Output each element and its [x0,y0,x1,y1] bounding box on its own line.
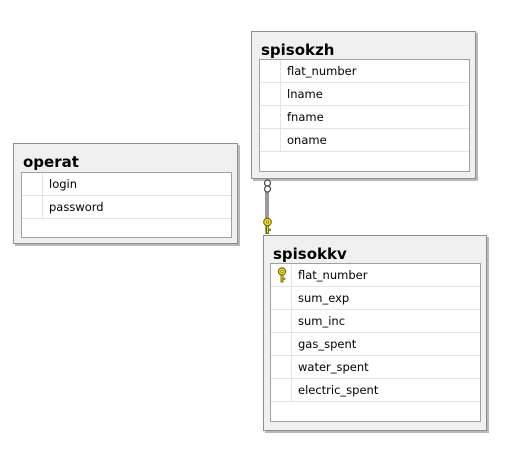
column-grid-spisokkv: flat_number sum_exp sum_inc gas_spent wa… [270,263,481,422]
column-row[interactable]: sum_inc [271,310,480,333]
column-name: fname [287,110,324,124]
column-grid-operat: login password [21,172,232,238]
key-icon [277,267,287,283]
column-row[interactable]: oname [260,129,469,152]
column-name: lname [287,87,323,101]
column-name: flat_number [298,268,368,282]
column-name: water_spent [298,360,369,374]
key-icon [263,217,272,234]
column-row[interactable]: electric_spent [271,379,480,402]
column-name: sum_inc [298,314,346,328]
table-spisokkv[interactable]: spisokkv flat_number sum_exp sum_inc gas… [263,235,487,431]
column-row[interactable]: lname [260,83,469,106]
column-row[interactable]: login [22,173,231,196]
column-row[interactable]: password [22,196,231,219]
column-name: flat_number [287,64,357,78]
column-row[interactable]: water_spent [271,356,480,379]
column-row[interactable]: sum_exp [271,287,480,310]
column-row[interactable]: fname [260,106,469,129]
column-row-primary-key[interactable]: flat_number [271,264,480,287]
table-title-operat: operat [23,153,79,171]
column-name: electric_spent [298,383,379,397]
relationship-line[interactable] [258,176,278,238]
column-name: sum_exp [298,291,350,305]
column-name: oname [287,133,327,147]
table-operat[interactable]: operat login password [13,143,238,244]
column-name: password [49,200,104,214]
column-row[interactable]: flat_number [260,60,469,83]
infinity-icon [263,179,272,193]
column-grid-spisokzh: flat_number lname fname oname [259,59,470,172]
table-spisokzh[interactable]: spisokzh flat_number lname fname oname [251,31,476,179]
column-name: gas_spent [298,337,357,351]
table-title-spisokkv: spisokkv [273,245,347,263]
column-name: login [49,177,78,191]
table-title-spisokzh: spisokzh [261,41,335,59]
column-row[interactable]: gas_spent [271,333,480,356]
